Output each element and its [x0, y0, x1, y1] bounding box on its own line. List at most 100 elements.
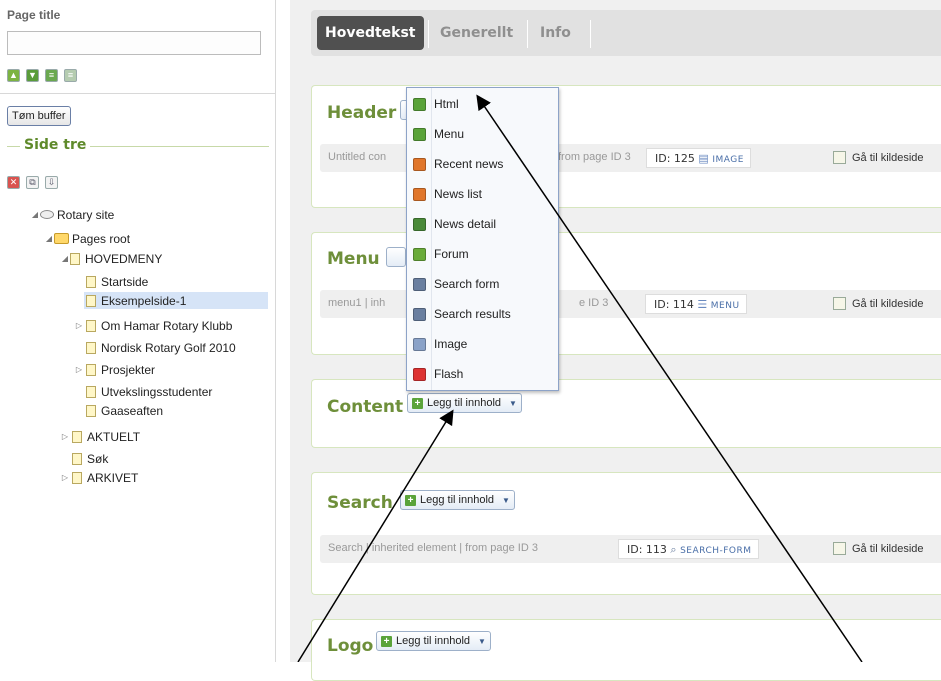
copy-page-icon[interactable]: ⧉	[26, 176, 39, 189]
tree-node-startside[interactable]: Startside	[86, 273, 148, 290]
add-content-button[interactable]: + Legg til innhold ▼	[376, 631, 491, 651]
tree-node-arkivet[interactable]: ▷ ARKIVET	[60, 469, 138, 486]
tree-node-aktuelt[interactable]: ▷ AKTUELT	[60, 428, 140, 445]
page-icon	[86, 319, 96, 332]
page-actions-toolbar: ▲ ▼ ≡ ≡	[7, 69, 77, 82]
page-icon	[72, 430, 82, 443]
tab-hovedtekst[interactable]: Hovedtekst	[317, 16, 424, 50]
delete-page-icon[interactable]: ✕	[7, 176, 20, 189]
page-icon	[86, 341, 96, 354]
side-tre-heading: Side tre	[20, 137, 91, 153]
move-up-icon[interactable]: ▲	[7, 69, 20, 82]
tree-node-rotary-site[interactable]: ◢ Rotary site	[30, 206, 114, 223]
page-icon	[86, 385, 96, 398]
expand-arrow-icon[interactable]: ▷	[74, 321, 84, 330]
external-link-icon	[833, 542, 846, 555]
add-icon: +	[412, 397, 423, 409]
menu-item-news-list[interactable]: News list	[407, 179, 558, 209]
tab-generellt[interactable]: Generellt	[440, 16, 513, 50]
menu-item-label: Menu	[434, 127, 465, 141]
add-content-button[interactable]	[386, 247, 406, 267]
element-id: ID: 113	[627, 543, 667, 556]
image-icon	[413, 337, 426, 351]
expand-arrow-icon[interactable]: ◢	[44, 234, 54, 243]
goto-source-link[interactable]: Gå til kildeside	[833, 297, 924, 310]
expand-arrow-icon[interactable]: ▷	[60, 432, 70, 441]
element-type: IMAGE	[712, 155, 744, 165]
tree-node-label: Eksempelside-1	[101, 293, 187, 308]
tree-node-label: HOVEDMENY	[85, 251, 163, 266]
add-content-button[interactable]: + Legg til innhold ▼	[407, 393, 522, 413]
paste-page-icon[interactable]: ⇩	[45, 176, 58, 189]
menu-item-news-detail[interactable]: News detail	[407, 209, 558, 239]
add-icon: +	[405, 494, 416, 506]
move-down-icon[interactable]: ▼	[26, 69, 39, 82]
tree-node-hovedmeny[interactable]: ◢ HOVEDMENY	[60, 250, 162, 267]
inherited-element-text-tail: e ID 3	[579, 297, 609, 309]
menu-item-image[interactable]: Image	[407, 329, 558, 359]
menu-item-label: Recent news	[434, 157, 504, 171]
add-content-label: Legg til innhold	[427, 397, 502, 409]
tree-node-eksempelside-1[interactable]: Eksempelside-1	[84, 292, 268, 309]
expand-arrow-icon[interactable]: ▷	[74, 365, 84, 374]
site-icon	[40, 210, 54, 219]
goto-source-label: Gå til kildeside	[852, 542, 924, 555]
section-search: Search + Legg til innhold ▼ Search | inh…	[311, 472, 941, 595]
menu-item-recent-news[interactable]: Recent news	[407, 149, 558, 179]
page-icon	[72, 471, 82, 484]
menu-item-forum[interactable]: Forum	[407, 239, 558, 269]
page-title-input[interactable]	[7, 31, 261, 55]
goto-source-link[interactable]: Gå til kildeside	[833, 151, 924, 164]
tree-node-label: Søk	[87, 451, 109, 466]
inherited-element-row: Search | inherited element | from page I…	[320, 535, 941, 563]
menu-item-search-results[interactable]: Search results	[407, 299, 558, 329]
tree-node-om-hamar[interactable]: ▷ Om Hamar Rotary Klubb	[74, 317, 232, 334]
menu-item-menu[interactable]: Menu	[407, 119, 558, 149]
tree-node-label: AKTUELT	[87, 429, 141, 444]
page-icon	[86, 363, 96, 376]
menu-item-label: Search results	[434, 307, 511, 321]
tab-info[interactable]: Info	[540, 16, 571, 50]
html-icon	[413, 97, 426, 111]
tree-node-label: Prosjekter	[101, 362, 156, 377]
tom-buffer-button[interactable]: Tøm buffer	[7, 106, 71, 126]
tree-node-pages-root[interactable]: ◢ Pages root	[44, 230, 130, 247]
page-icon	[70, 252, 80, 265]
section-title: Content	[327, 397, 404, 417]
expand-arrow-icon[interactable]: ▷	[60, 473, 70, 482]
tab-divider	[428, 20, 429, 48]
outdent-icon[interactable]: ≡	[64, 69, 77, 82]
inherited-element-text-tail: from page ID 3	[558, 151, 631, 163]
external-link-icon	[833, 297, 846, 310]
tree-node-label: Nordisk Rotary Golf 2010	[101, 340, 236, 355]
tree-node-label: ARKIVET	[87, 470, 139, 485]
left-panel: Page title ▲ ▼ ≡ ≡ Tøm buffer Side tre ✕…	[0, 0, 276, 662]
chevron-down-icon: ▼	[509, 398, 517, 408]
menu-item-label: News detail	[434, 217, 497, 231]
expand-arrow-icon[interactable]: ◢	[30, 210, 40, 219]
menu-item-label: Search form	[434, 277, 500, 291]
tree-node-gaaseaften[interactable]: Gaaseaften	[86, 402, 163, 419]
goto-source-link[interactable]: Gå til kildeside	[833, 542, 924, 555]
tree-node-nordisk-golf[interactable]: Nordisk Rotary Golf 2010	[86, 339, 236, 356]
section-title: Search	[327, 493, 393, 513]
menu-item-search-form[interactable]: Search form	[407, 269, 558, 299]
tree-toolbar: ✕ ⧉ ⇩	[7, 176, 58, 189]
expand-arrow-icon[interactable]: ◢	[60, 254, 70, 263]
tab-divider	[590, 20, 591, 48]
tree-node-sok[interactable]: Søk	[72, 450, 108, 467]
news-detail-icon	[413, 217, 426, 231]
add-content-button[interactable]: + Legg til innhold ▼	[400, 490, 515, 510]
element-id: ID: 114	[654, 298, 694, 311]
menu-item-flash[interactable]: Flash	[407, 359, 558, 389]
add-content-label: Legg til innhold	[420, 494, 495, 506]
tree-node-utvekslingsstudenter[interactable]: Utvekslingsstudenter	[86, 383, 212, 400]
indent-icon[interactable]: ≡	[45, 69, 58, 82]
page-title-label: Page title	[7, 8, 61, 22]
menu-icon: ☰	[697, 298, 708, 311]
section-title: Logo	[327, 636, 374, 656]
section-logo: Logo + Legg til innhold ▼	[311, 619, 941, 681]
tree-node-label: Startside	[101, 274, 149, 289]
tree-node-prosjekter[interactable]: ▷ Prosjekter	[74, 361, 155, 378]
menu-item-html[interactable]: Html	[407, 89, 558, 119]
